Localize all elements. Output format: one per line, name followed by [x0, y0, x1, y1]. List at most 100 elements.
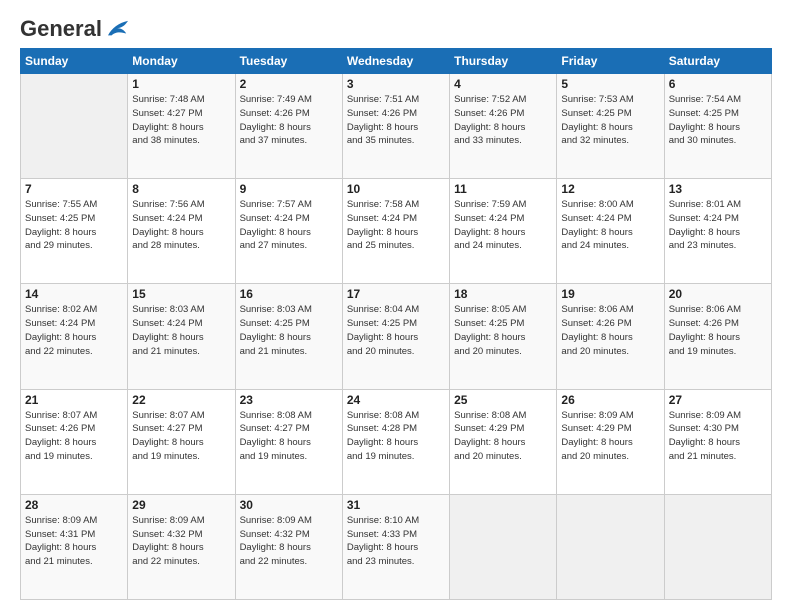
day-info: Sunrise: 7:55 AM Sunset: 4:25 PM Dayligh… [25, 198, 123, 253]
weekday-header-monday: Monday [128, 49, 235, 74]
calendar-cell: 16 Sunrise: 8:03 AM Sunset: 4:25 PM Dayli… [235, 284, 342, 389]
day-number: 5 [561, 77, 659, 91]
calendar-cell: 18 Sunrise: 8:05 AM Sunset: 4:25 PM Dayli… [450, 284, 557, 389]
calendar-cell: 26 Sunrise: 8:09 AM Sunset: 4:29 PM Dayli… [557, 389, 664, 494]
day-info: Sunrise: 8:07 AM Sunset: 4:26 PM Dayligh… [25, 409, 123, 464]
calendar-cell: 24 Sunrise: 8:08 AM Sunset: 4:28 PM Dayli… [342, 389, 449, 494]
calendar-cell: 7 Sunrise: 7:55 AM Sunset: 4:25 PM Daylig… [21, 179, 128, 284]
day-number: 22 [132, 393, 230, 407]
calendar-cell [664, 494, 771, 599]
day-number: 20 [669, 287, 767, 301]
calendar-cell: 10Sunrise: 7:58 AM Sunset: 4:24 PM Dayli… [342, 179, 449, 284]
day-info: Sunrise: 8:07 AM Sunset: 4:27 PM Dayligh… [132, 409, 230, 464]
day-info: Sunrise: 8:02 AM Sunset: 4:24 PM Dayligh… [25, 303, 123, 358]
calendar-cell: 19 Sunrise: 8:06 AM Sunset: 4:26 PM Dayli… [557, 284, 664, 389]
day-number: 12 [561, 182, 659, 196]
calendar-cell: 15 Sunrise: 8:03 AM Sunset: 4:24 PM Dayli… [128, 284, 235, 389]
calendar-cell: 21 Sunrise: 8:07 AM Sunset: 4:26 PM Dayli… [21, 389, 128, 494]
day-info: Sunrise: 8:00 AM Sunset: 4:24 PM Dayligh… [561, 198, 659, 253]
day-number: 19 [561, 287, 659, 301]
calendar-cell: 29 Sunrise: 8:09 AM Sunset: 4:32 PM Dayli… [128, 494, 235, 599]
day-number: 21 [25, 393, 123, 407]
day-info: Sunrise: 8:09 AM Sunset: 4:30 PM Dayligh… [669, 409, 767, 464]
day-number: 31 [347, 498, 445, 512]
calendar-cell: 17 Sunrise: 8:04 AM Sunset: 4:25 PM Dayli… [342, 284, 449, 389]
day-number: 17 [347, 287, 445, 301]
calendar-cell: 5 Sunrise: 7:53 AM Sunset: 4:25 PM Daylig… [557, 74, 664, 179]
day-number: 11 [454, 182, 552, 196]
day-info: Sunrise: 7:59 AM Sunset: 4:24 PM Dayligh… [454, 198, 552, 253]
day-info: Sunrise: 8:09 AM Sunset: 4:31 PM Dayligh… [25, 514, 123, 569]
day-info: Sunrise: 7:51 AM Sunset: 4:26 PM Dayligh… [347, 93, 445, 148]
day-number: 26 [561, 393, 659, 407]
day-info: Sunrise: 8:06 AM Sunset: 4:26 PM Dayligh… [669, 303, 767, 358]
day-number: 25 [454, 393, 552, 407]
calendar-cell: 8 Sunrise: 7:56 AM Sunset: 4:24 PM Daylig… [128, 179, 235, 284]
weekday-header-saturday: Saturday [664, 49, 771, 74]
calendar-cell: 22 Sunrise: 8:07 AM Sunset: 4:27 PM Dayli… [128, 389, 235, 494]
day-number: 9 [240, 182, 338, 196]
day-info: Sunrise: 8:09 AM Sunset: 4:32 PM Dayligh… [240, 514, 338, 569]
day-number: 14 [25, 287, 123, 301]
day-info: Sunrise: 7:57 AM Sunset: 4:24 PM Dayligh… [240, 198, 338, 253]
day-number: 28 [25, 498, 123, 512]
day-info: Sunrise: 8:09 AM Sunset: 4:32 PM Dayligh… [132, 514, 230, 569]
calendar-cell: 6Sunrise: 7:54 AM Sunset: 4:25 PM Daylig… [664, 74, 771, 179]
calendar-cell: 30 Sunrise: 8:09 AM Sunset: 4:32 PM Dayli… [235, 494, 342, 599]
day-number: 24 [347, 393, 445, 407]
day-number: 4 [454, 77, 552, 91]
day-number: 30 [240, 498, 338, 512]
weekday-header-friday: Friday [557, 49, 664, 74]
calendar: SundayMondayTuesdayWednesdayThursdayFrid… [20, 48, 772, 600]
logo: General [20, 16, 132, 38]
calendar-cell: 11 Sunrise: 7:59 AM Sunset: 4:24 PM Dayli… [450, 179, 557, 284]
day-number: 16 [240, 287, 338, 301]
week-row-4: 21 Sunrise: 8:07 AM Sunset: 4:26 PM Dayli… [21, 389, 772, 494]
day-info: Sunrise: 8:09 AM Sunset: 4:29 PM Dayligh… [561, 409, 659, 464]
day-info: Sunrise: 8:10 AM Sunset: 4:33 PM Dayligh… [347, 514, 445, 569]
day-number: 15 [132, 287, 230, 301]
day-number: 3 [347, 77, 445, 91]
day-info: Sunrise: 7:58 AM Sunset: 4:24 PM Dayligh… [347, 198, 445, 253]
calendar-cell [450, 494, 557, 599]
weekday-header-wednesday: Wednesday [342, 49, 449, 74]
calendar-cell: 13Sunrise: 8:01 AM Sunset: 4:24 PM Dayli… [664, 179, 771, 284]
weekday-header-thursday: Thursday [450, 49, 557, 74]
day-info: Sunrise: 7:52 AM Sunset: 4:26 PM Dayligh… [454, 93, 552, 148]
calendar-cell: 25 Sunrise: 8:08 AM Sunset: 4:29 PM Dayli… [450, 389, 557, 494]
calendar-cell: 23Sunrise: 8:08 AM Sunset: 4:27 PM Dayli… [235, 389, 342, 494]
calendar-cell: 20 Sunrise: 8:06 AM Sunset: 4:26 PM Dayli… [664, 284, 771, 389]
day-number: 2 [240, 77, 338, 91]
calendar-cell: 1 Sunrise: 7:48 AM Sunset: 4:27 PM Daylig… [128, 74, 235, 179]
day-info: Sunrise: 8:03 AM Sunset: 4:25 PM Dayligh… [240, 303, 338, 358]
day-number: 1 [132, 77, 230, 91]
calendar-cell: 3 Sunrise: 7:51 AM Sunset: 4:26 PM Daylig… [342, 74, 449, 179]
calendar-cell: 28 Sunrise: 8:09 AM Sunset: 4:31 PM Dayli… [21, 494, 128, 599]
day-number: 29 [132, 498, 230, 512]
day-info: Sunrise: 8:04 AM Sunset: 4:25 PM Dayligh… [347, 303, 445, 358]
week-row-5: 28 Sunrise: 8:09 AM Sunset: 4:31 PM Dayli… [21, 494, 772, 599]
day-info: Sunrise: 7:53 AM Sunset: 4:25 PM Dayligh… [561, 93, 659, 148]
calendar-cell: 2 Sunrise: 7:49 AM Sunset: 4:26 PM Daylig… [235, 74, 342, 179]
weekday-header-sunday: Sunday [21, 49, 128, 74]
day-info: Sunrise: 7:49 AM Sunset: 4:26 PM Dayligh… [240, 93, 338, 148]
day-number: 8 [132, 182, 230, 196]
day-number: 18 [454, 287, 552, 301]
logo-general: General [20, 16, 102, 42]
calendar-cell: 27Sunrise: 8:09 AM Sunset: 4:30 PM Dayli… [664, 389, 771, 494]
calendar-cell: 4 Sunrise: 7:52 AM Sunset: 4:26 PM Daylig… [450, 74, 557, 179]
week-row-1: 1 Sunrise: 7:48 AM Sunset: 4:27 PM Daylig… [21, 74, 772, 179]
day-info: Sunrise: 7:56 AM Sunset: 4:24 PM Dayligh… [132, 198, 230, 253]
calendar-cell: 12 Sunrise: 8:00 AM Sunset: 4:24 PM Dayli… [557, 179, 664, 284]
day-info: Sunrise: 8:06 AM Sunset: 4:26 PM Dayligh… [561, 303, 659, 358]
day-number: 7 [25, 182, 123, 196]
day-info: Sunrise: 8:03 AM Sunset: 4:24 PM Dayligh… [132, 303, 230, 358]
day-info: Sunrise: 8:08 AM Sunset: 4:29 PM Dayligh… [454, 409, 552, 464]
day-number: 6 [669, 77, 767, 91]
week-row-2: 7 Sunrise: 7:55 AM Sunset: 4:25 PM Daylig… [21, 179, 772, 284]
day-info: Sunrise: 8:05 AM Sunset: 4:25 PM Dayligh… [454, 303, 552, 358]
calendar-cell [21, 74, 128, 179]
day-info: Sunrise: 7:48 AM Sunset: 4:27 PM Dayligh… [132, 93, 230, 148]
weekday-header-row: SundayMondayTuesdayWednesdayThursdayFrid… [21, 49, 772, 74]
day-info: Sunrise: 8:08 AM Sunset: 4:28 PM Dayligh… [347, 409, 445, 464]
